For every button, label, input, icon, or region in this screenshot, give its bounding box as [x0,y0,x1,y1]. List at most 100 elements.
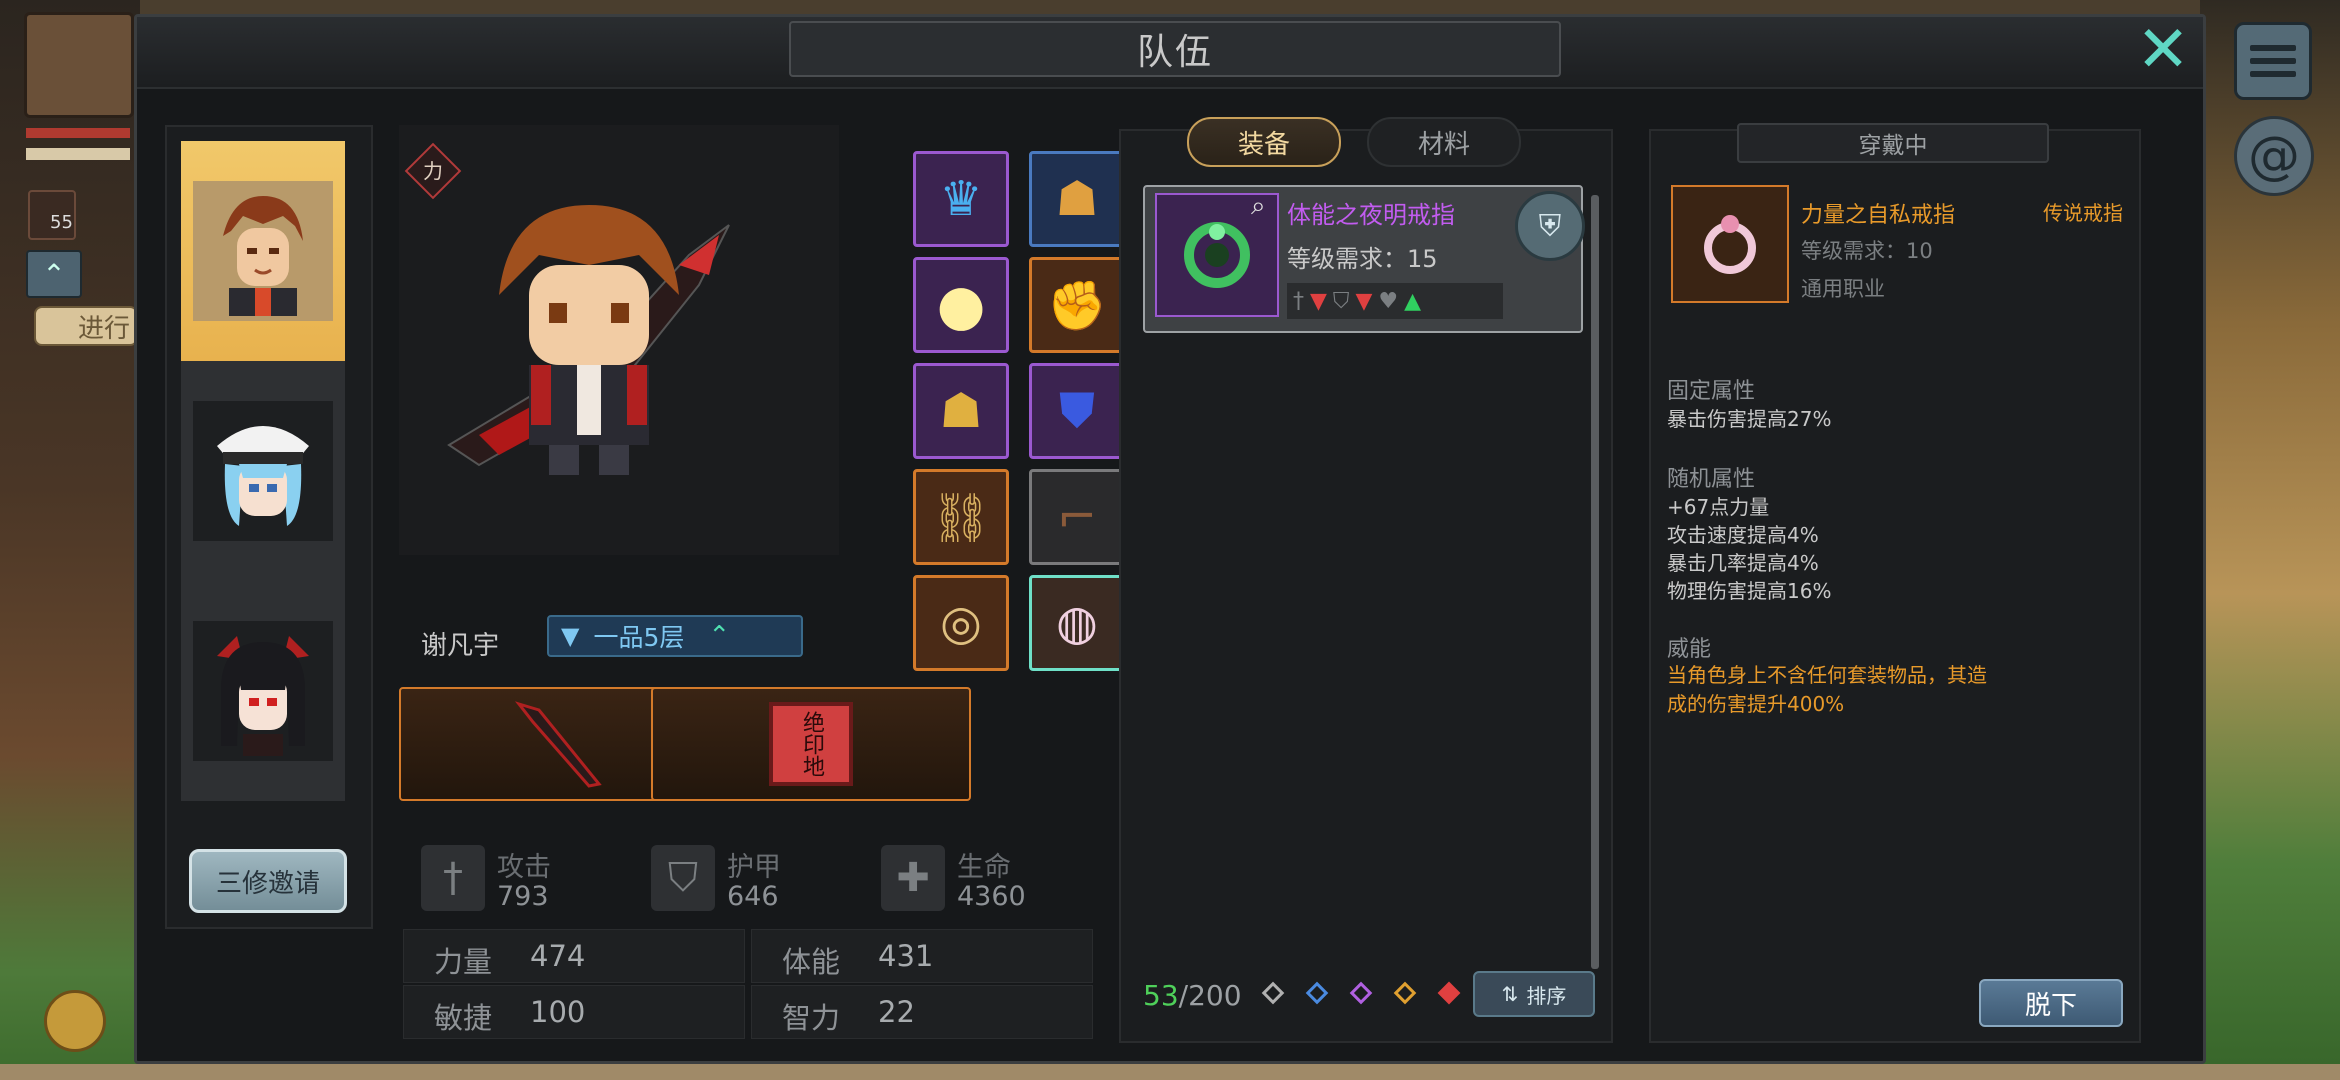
down-arrow-icon: ▼ [1310,288,1327,314]
stat-attack-value: 793 [497,881,549,912]
power-line: 当角色身上不含任何套装物品，其造 [1667,663,1987,687]
random-attr-line: +67点力量 [1667,495,1770,519]
power-line: 成的伤害提升400% [1667,692,1845,716]
slot-armor[interactable]: ⛊ [1029,363,1125,459]
close-icon[interactable]: ✕ [2123,13,2203,87]
swirl-icon[interactable]: @ [2234,116,2314,196]
shield-icon: ⛉ [1332,288,1350,314]
coin-icon[interactable] [44,990,106,1052]
shield-icon: ⛉ [651,845,715,911]
rank-plate[interactable]: ▼ 一品5层 ⌃ [547,615,803,657]
team-modal: 队伍 ✕ 三修邀请 力 谢凡宇 ▼ 一品5层 ⌃ ♛ ☗ ● ✊ ☗ ⛊ ⛓ ⌐… [134,13,2206,1064]
inventory-panel: 装备 材料 ⌕ 体能之夜明戒指 等级需求：15 † ▼ ⛉ ▼ ♥ ▲ ⛨ 53… [1119,117,1613,1043]
count-max: /200 [1178,979,1242,1012]
chest-armor-icon: ☗ [939,383,983,439]
slot-chest[interactable]: ☗ [913,363,1009,459]
inventory-tabs: 装备 材料 [1187,117,1527,167]
unequip-button[interactable]: 脱下 [1979,979,2123,1027]
hero-portrait-3 [193,621,333,761]
attr-label: 智力 [782,1001,841,1035]
hero-card-2[interactable] [181,361,345,581]
random-attr-title: 随机属性 [1667,467,1756,492]
class-tag: 力 [423,159,443,183]
helmet-icon: ♛ [939,171,983,227]
hud-progress-label: 进行 [78,313,131,344]
menu-icon[interactable] [2234,22,2312,100]
mask-icon: ☗ [1055,171,1099,227]
seal-text: 绝印地 [799,711,824,777]
up-arrow-icon: ▲ [1404,288,1422,314]
character-sprite [447,205,730,475]
scrollbar[interactable] [1591,195,1599,969]
hero-list: 三修邀请 [165,125,373,929]
attribute-table: 力量 474 体能 431 敏捷 100 智力 22 [403,929,1103,1051]
boot-icon: ⌐ [1056,489,1098,545]
up-arrow-icon[interactable]: ⌃ [26,250,82,298]
detail-item-name: 力量之自私戒指 [1801,203,1956,228]
inventory-count: 53/200 [1143,979,1242,1012]
filter-mythic[interactable] [1437,981,1461,1005]
sort-label: 排序 [1526,983,1567,1008]
tab-equipment[interactable]: 装备 [1187,117,1341,167]
ring-icon: ◍ [1056,595,1098,651]
sword-icon: † [421,845,485,911]
filter-rare[interactable] [1305,981,1329,1005]
hero-name: 谢凡宇 [421,631,500,661]
hero-portrait-1 [193,181,333,321]
armor-badge-icon: ⛨ [1515,191,1585,261]
gauntlet-icon: ✊ [1047,277,1107,334]
fixed-attr-line: 暴击伤害提高27% [1667,407,1832,431]
attr-label: 敏捷 [434,1001,493,1035]
stat-armor: ⛉ 护甲 646 [639,837,859,915]
hero-portrait-2 [193,401,333,541]
orb-icon: ● [936,272,986,338]
stat-attack: † 攻击 793 [409,837,629,915]
modal-title: 队伍 [1136,32,1213,73]
heart-icon: ♥ [1378,288,1399,314]
hero-card-1[interactable] [181,141,345,361]
stat-attack-label: 攻击 [497,852,551,883]
attr-value: 100 [530,995,586,1029]
hud-item-count: 55 [50,212,73,233]
game-background-left [0,0,140,1080]
slot-ring[interactable]: ◍ [1029,575,1125,671]
tab-materials[interactable]: 材料 [1367,117,1521,167]
rank-text: 一品5层 [593,623,685,652]
stat-health-value: 4360 [957,881,1026,912]
random-attr-line: 物理伤害提高16% [1667,579,1832,603]
sort-button[interactable]: ⇅ 排序 [1473,971,1595,1017]
heart-icon: ✚ [881,845,945,911]
attr-value: 22 [878,995,915,1029]
down-arrow-icon: ▼ [1355,288,1373,314]
power-title: 威能 [1667,637,1712,662]
attr-agility: 敏捷 100 [403,985,745,1039]
slot-boot[interactable]: ⌐ [1029,469,1125,565]
slot-belt[interactable]: ⛓ [913,469,1009,565]
filter-common[interactable] [1261,981,1285,1005]
magnifier-icon[interactable]: ⌕ [1251,191,1266,222]
hud-player-avatar[interactable] [24,12,134,118]
seal-icon: 绝印地 [769,702,853,786]
hud-exp-bar [26,148,130,160]
filter-epic[interactable] [1349,981,1373,1005]
inventory-item[interactable]: ⌕ 体能之夜明戒指 等级需求：15 † ▼ ⛉ ▼ ♥ ▲ ⛨ [1143,185,1585,333]
slot-helmet[interactable]: ♛ [913,151,1009,247]
stats-row: † 攻击 793 ⛉ 护甲 646 ✚ 生命 4360 [399,837,1229,927]
count-current: 53 [1143,979,1179,1012]
slot-mask[interactable]: ☗ [1029,151,1125,247]
hud-progress-button[interactable]: 进行 [34,306,138,346]
filter-legendary[interactable] [1393,981,1417,1005]
belt-icon: ⛓ [930,489,992,546]
blue-armor-icon: ⛊ [1058,382,1095,439]
detail-ring-icon [1671,185,1789,303]
hero-card-3[interactable] [181,581,345,801]
invite-button[interactable]: 三修邀请 [189,849,347,913]
slot-orb[interactable]: ● [913,257,1009,353]
slot-amulet[interactable]: ◎ [913,575,1009,671]
attr-strength: 力量 474 [403,929,745,983]
rank-icon: ▼ [561,622,580,650]
slot-gauntlet[interactable]: ✊ [1029,257,1125,353]
rank-up-icon: ⌃ [708,621,731,651]
seal-slot[interactable]: 绝印地 [651,687,971,801]
sword-icon: † [1293,288,1304,314]
